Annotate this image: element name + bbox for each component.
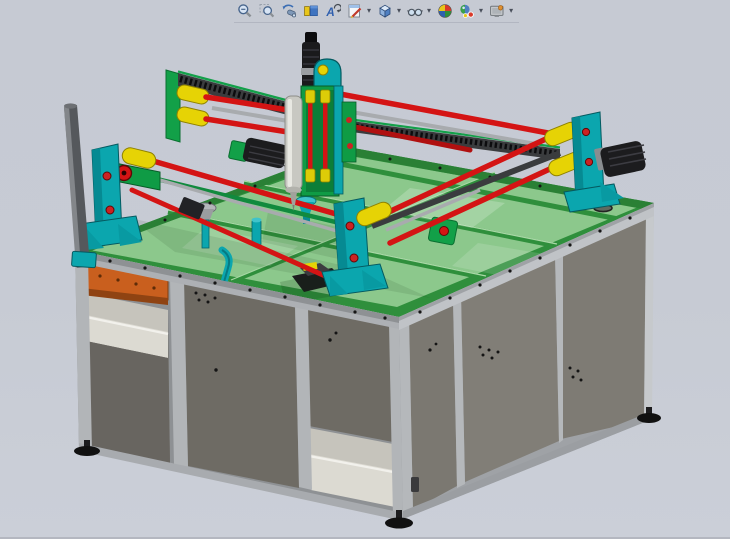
sketch-dropdown-arrow[interactable]: ▾: [367, 6, 371, 16]
view-settings-dropdown-arrow[interactable]: ▾: [509, 6, 513, 16]
svg-text:A: A: [325, 7, 334, 19]
display-style-icon[interactable]: [406, 3, 423, 20]
3d-model-viewport[interactable]: [0, 0, 730, 539]
zoom-in-out-icon[interactable]: [236, 3, 253, 20]
apply-scene-icon[interactable]: [458, 3, 475, 20]
annotation-view-icon[interactable]: A: [324, 3, 341, 20]
view-toolbar: A ▾ ▾: [234, 1, 519, 23]
view-orientation-dropdown-arrow[interactable]: ▾: [397, 6, 401, 16]
vent-slot: [411, 477, 419, 492]
x-drive-motor[interactable]: [228, 137, 288, 169]
view-settings-icon[interactable]: [488, 3, 505, 20]
previous-view-icon[interactable]: [280, 3, 297, 20]
section-view-icon[interactable]: [302, 3, 319, 20]
view-orientation-icon[interactable]: [376, 3, 393, 20]
edit-appearance-icon[interactable]: [436, 3, 453, 20]
display-style-dropdown-arrow[interactable]: ▾: [427, 6, 431, 16]
zoom-to-area-icon[interactable]: [258, 3, 275, 20]
sketch-page-icon[interactable]: [346, 3, 363, 20]
apply-scene-dropdown-arrow[interactable]: ▾: [479, 6, 483, 16]
cad-application-window: A ▾ ▾: [0, 0, 730, 539]
